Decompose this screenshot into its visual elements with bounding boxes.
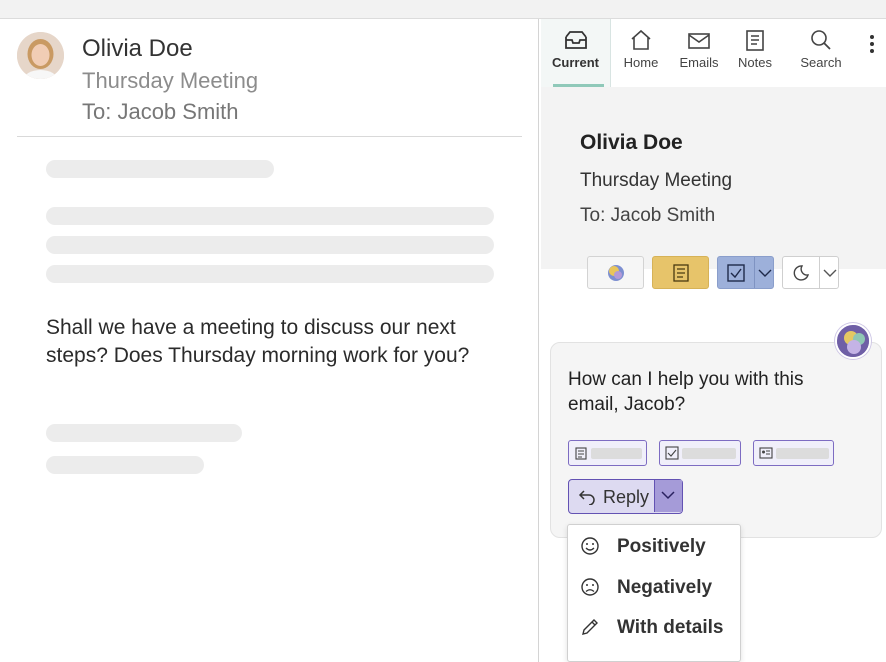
assistant-pane: Current Home Emails Notes Search Olivia … bbox=[538, 19, 886, 662]
menu-item-positively[interactable]: Positively bbox=[568, 526, 742, 566]
reply-options-menu: Positively Negatively With details bbox=[567, 524, 741, 662]
smile-icon bbox=[581, 537, 599, 555]
text-placeholder bbox=[46, 236, 494, 254]
assistant-prompt: How can I help you with this email, Jaco… bbox=[568, 369, 804, 415]
chevron-down-icon[interactable] bbox=[823, 268, 837, 278]
text-placeholder bbox=[46, 207, 494, 225]
insights-button[interactable] bbox=[587, 256, 644, 289]
pane-nav: Current Home Emails Notes Search bbox=[539, 19, 886, 87]
tab-home-label: Home bbox=[623, 55, 659, 70]
suggestion-chip-tasks[interactable] bbox=[659, 440, 741, 466]
envelope-icon bbox=[688, 33, 710, 49]
summary-sender: Olivia Doe bbox=[580, 131, 683, 154]
reply-button-label: Reply bbox=[603, 487, 650, 507]
task-split-button[interactable] bbox=[717, 256, 774, 289]
menu-item-with-details[interactable]: With details bbox=[568, 607, 742, 647]
text-placeholder bbox=[46, 456, 204, 474]
reply-dropdown-toggle[interactable] bbox=[654, 480, 682, 512]
email-recipient: To: Jacob Smith bbox=[82, 99, 239, 124]
email-sender: Olivia Doe bbox=[82, 35, 193, 62]
header-divider bbox=[17, 136, 522, 137]
snooze-split-button[interactable] bbox=[782, 256, 839, 289]
text-placeholder bbox=[46, 265, 494, 283]
frown-icon bbox=[581, 578, 599, 596]
tab-emails[interactable]: Emails bbox=[671, 19, 727, 87]
text-placeholder bbox=[46, 424, 242, 442]
tab-home[interactable]: Home bbox=[613, 19, 669, 87]
email-body: Shall we have a meeting to discuss our n… bbox=[46, 316, 470, 367]
tab-notes[interactable]: Notes bbox=[729, 19, 781, 87]
moon-icon bbox=[793, 265, 809, 281]
menu-item-label: Negatively bbox=[617, 577, 713, 598]
tab-notes-label: Notes bbox=[738, 55, 772, 70]
menu-item-label: Positively bbox=[617, 536, 706, 557]
search-icon bbox=[811, 30, 831, 50]
chevron-down-icon[interactable] bbox=[758, 268, 772, 278]
menu-item-negatively[interactable]: Negatively bbox=[568, 567, 742, 607]
tab-search[interactable]: Search bbox=[793, 19, 849, 87]
home-icon bbox=[631, 29, 651, 50]
more-options-icon[interactable] bbox=[862, 33, 882, 57]
reply-split-button[interactable]: Reply bbox=[568, 479, 683, 514]
inbox-icon bbox=[564, 31, 587, 49]
clipboard-icon bbox=[575, 447, 587, 460]
tab-current[interactable]: Current bbox=[541, 19, 611, 87]
window-top-bar bbox=[0, 0, 886, 19]
undo-arrow-icon bbox=[578, 490, 595, 505]
assistant-card: How can I help you with this email, Jaco… bbox=[550, 342, 882, 538]
tab-emails-label: Emails bbox=[679, 55, 719, 70]
menu-item-label: With details bbox=[617, 617, 724, 638]
email-subject: Thursday Meeting bbox=[82, 68, 259, 93]
notes-icon bbox=[672, 263, 689, 282]
checkbox-icon bbox=[727, 264, 745, 282]
checkbox-icon bbox=[665, 446, 679, 460]
tab-current-label: Current bbox=[552, 55, 599, 70]
assistant-logo-icon bbox=[835, 323, 871, 359]
summary-subject: Thursday Meeting bbox=[580, 170, 733, 191]
suggestion-chip-contact[interactable] bbox=[753, 440, 834, 466]
pencil-icon bbox=[582, 619, 598, 635]
contact-card-icon bbox=[759, 447, 773, 459]
avatar bbox=[17, 32, 64, 79]
globe-icon bbox=[607, 264, 624, 281]
notes-icon bbox=[746, 30, 764, 51]
email-reading-pane: Olivia Doe Thursday Meeting To: Jacob Sm… bbox=[0, 19, 538, 662]
message-summary-header: Olivia Doe Thursday Meeting To: Jacob Sm… bbox=[541, 87, 886, 269]
tab-search-label: Search bbox=[800, 55, 842, 70]
notes-button[interactable] bbox=[652, 256, 709, 289]
suggestion-chip-summary[interactable] bbox=[568, 440, 647, 466]
chevron-down-icon bbox=[661, 491, 675, 500]
summary-recipient: To: Jacob Smith bbox=[580, 205, 716, 226]
text-placeholder bbox=[46, 160, 274, 178]
